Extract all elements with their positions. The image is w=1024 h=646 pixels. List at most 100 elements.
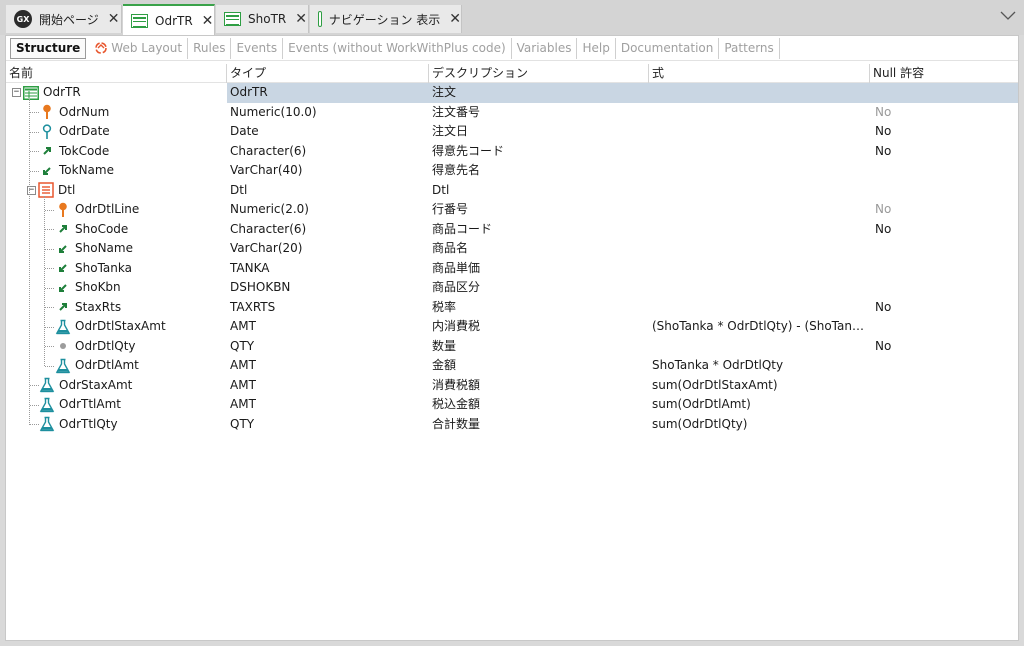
cell-name[interactable]: StaxRts: [6, 298, 227, 318]
subtab-variables[interactable]: Variables: [512, 37, 578, 59]
table-row[interactable]: StaxRts TAXRTS 税率 No: [6, 298, 1018, 318]
table-row[interactable]: OdrDtlAmt AMT 金額 ShoTanka * OdrDtlQty: [6, 356, 1018, 376]
table-row[interactable]: OdrStaxAmt AMT 消費税額 sum(OdrDtlStaxAmt): [6, 376, 1018, 396]
cell-type[interactable]: AMT: [227, 317, 429, 337]
cell-name[interactable]: ShoCode: [6, 220, 227, 240]
cell-formula[interactable]: [649, 298, 870, 318]
cell-description[interactable]: 数量: [429, 337, 649, 357]
cell-name[interactable]: OdrDate: [6, 122, 227, 142]
table-row[interactable]: OdrNum Numeric(10.0) 注文番号 No: [6, 103, 1018, 123]
cell-type[interactable]: OdrTR: [227, 83, 429, 103]
table-row[interactable]: ShoName VarChar(20) 商品名: [6, 239, 1018, 259]
collapse-toggle-icon[interactable]: −: [12, 88, 21, 98]
cell-description[interactable]: 得意先コード: [429, 142, 649, 162]
cell-formula[interactable]: [649, 220, 870, 240]
cell-formula[interactable]: (ShoTanka * OdrDtlQty) - (ShoTank...: [649, 317, 870, 337]
subtab-help[interactable]: Help: [577, 37, 616, 59]
cell-formula[interactable]: [649, 278, 870, 298]
table-row[interactable]: TokCode Character(6) 得意先コード No: [6, 142, 1018, 162]
cell-description[interactable]: 税率: [429, 298, 649, 318]
cell-nullable[interactable]: No: [870, 220, 1018, 240]
table-row[interactable]: TokName VarChar(40) 得意先名: [6, 161, 1018, 181]
cell-description[interactable]: 注文: [429, 83, 649, 103]
cell-nullable[interactable]: [870, 83, 1018, 103]
cell-name[interactable]: − Dtl: [6, 181, 227, 201]
cell-nullable[interactable]: [870, 259, 1018, 279]
table-row[interactable]: OdrTtlAmt AMT 税込金額 sum(OdrDtlAmt): [6, 395, 1018, 415]
column-header-type[interactable]: タイプ: [227, 64, 429, 83]
column-header-description[interactable]: デスクリプション: [429, 64, 649, 83]
subtab-web-layout[interactable]: Web Layout: [90, 37, 189, 59]
cell-type[interactable]: DSHOKBN: [227, 278, 429, 298]
cell-formula[interactable]: [649, 83, 870, 103]
cell-name[interactable]: OdrNum: [6, 103, 227, 123]
cell-formula[interactable]: sum(OdrDtlAmt): [649, 395, 870, 415]
cell-name[interactable]: OdrTtlQty: [6, 415, 227, 435]
cell-description[interactable]: 注文番号: [429, 103, 649, 123]
cell-type[interactable]: AMT: [227, 395, 429, 415]
cell-name[interactable]: ShoKbn: [6, 278, 227, 298]
cell-nullable[interactable]: [870, 239, 1018, 259]
cell-nullable[interactable]: [870, 181, 1018, 201]
tab-navigation-view[interactable]: ナビゲーション 表示 ✕: [310, 5, 462, 33]
table-row[interactable]: − OdrTR OdrTR 注文: [6, 83, 1018, 103]
cell-description[interactable]: 注文日: [429, 122, 649, 142]
cell-formula[interactable]: [649, 181, 870, 201]
cell-nullable[interactable]: [870, 161, 1018, 181]
cell-nullable[interactable]: [870, 415, 1018, 435]
cell-formula[interactable]: [649, 161, 870, 181]
cell-description[interactable]: Dtl: [429, 181, 649, 201]
cell-description[interactable]: 金額: [429, 356, 649, 376]
cell-nullable[interactable]: [870, 395, 1018, 415]
cell-type[interactable]: Numeric(2.0): [227, 200, 429, 220]
subtab-events-without-wwp[interactable]: Events (without WorkWithPlus code): [283, 37, 512, 59]
subtab-structure[interactable]: Structure: [10, 37, 87, 59]
cell-name[interactable]: OdrStaxAmt: [6, 376, 227, 396]
cell-nullable[interactable]: [870, 278, 1018, 298]
cell-nullable[interactable]: No: [870, 103, 1018, 123]
cell-type[interactable]: QTY: [227, 415, 429, 435]
cell-formula[interactable]: sum(OdrDtlQty): [649, 415, 870, 435]
cell-nullable[interactable]: [870, 376, 1018, 396]
cell-nullable[interactable]: No: [870, 298, 1018, 318]
table-row[interactable]: OdrDate Date 注文日 No: [6, 122, 1018, 142]
subtab-documentation[interactable]: Documentation: [616, 37, 720, 59]
cell-type[interactable]: AMT: [227, 356, 429, 376]
table-row[interactable]: OdrTtlQty QTY 合計数量 sum(OdrDtlQty): [6, 415, 1018, 435]
column-header-formula[interactable]: 式: [649, 64, 870, 83]
cell-type[interactable]: Dtl: [227, 181, 429, 201]
subtab-rules[interactable]: Rules: [188, 37, 232, 59]
cell-description[interactable]: 商品単価: [429, 259, 649, 279]
cell-formula[interactable]: sum(OdrDtlStaxAmt): [649, 376, 870, 396]
cell-nullable[interactable]: No: [870, 337, 1018, 357]
tab-odrtr[interactable]: OdrTR ✕: [123, 4, 215, 35]
cell-formula[interactable]: [649, 142, 870, 162]
cell-name[interactable]: TokName: [6, 161, 227, 181]
cell-name[interactable]: OdrDtlAmt: [6, 356, 227, 376]
subtab-patterns[interactable]: Patterns: [719, 37, 780, 59]
table-row[interactable]: OdrDtlQty QTY 数量 No: [6, 337, 1018, 357]
cell-type[interactable]: Character(6): [227, 220, 429, 240]
cell-type[interactable]: Numeric(10.0): [227, 103, 429, 123]
table-row[interactable]: OdrDtlLine Numeric(2.0) 行番号 No: [6, 200, 1018, 220]
cell-nullable[interactable]: No: [870, 200, 1018, 220]
cell-description[interactable]: 得意先名: [429, 161, 649, 181]
tab-start-page[interactable]: GX 開始ページ ✕: [6, 5, 122, 33]
cell-formula[interactable]: [649, 239, 870, 259]
cell-description[interactable]: 行番号: [429, 200, 649, 220]
close-icon[interactable]: ✕: [202, 14, 214, 28]
cell-formula[interactable]: [649, 200, 870, 220]
cell-description[interactable]: 商品名: [429, 239, 649, 259]
cell-description[interactable]: 消費税額: [429, 376, 649, 396]
cell-type[interactable]: AMT: [227, 376, 429, 396]
close-icon[interactable]: ✕: [108, 12, 120, 26]
cell-name[interactable]: TokCode: [6, 142, 227, 162]
close-icon[interactable]: ✕: [449, 12, 461, 26]
cell-type[interactable]: VarChar(20): [227, 239, 429, 259]
table-row[interactable]: ShoTanka TANKA 商品単価: [6, 259, 1018, 279]
cell-type[interactable]: Character(6): [227, 142, 429, 162]
cell-type[interactable]: VarChar(40): [227, 161, 429, 181]
cell-formula[interactable]: [649, 103, 870, 123]
cell-name[interactable]: OdrTtlAmt: [6, 395, 227, 415]
cell-name[interactable]: ShoName: [6, 239, 227, 259]
